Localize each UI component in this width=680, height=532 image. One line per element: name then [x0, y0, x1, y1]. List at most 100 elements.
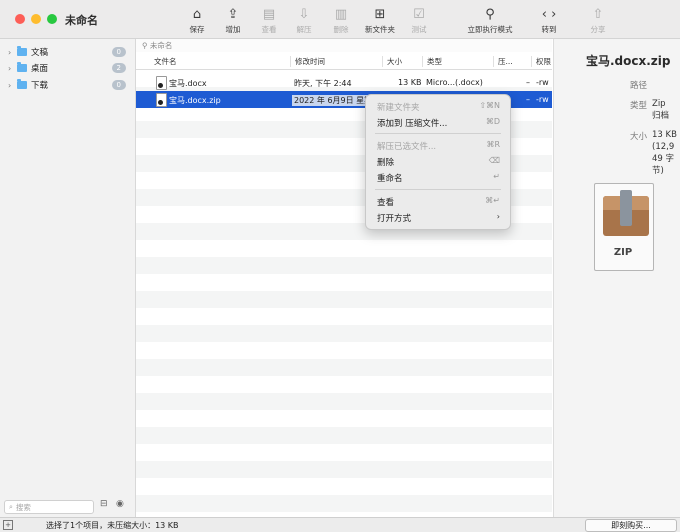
count-badge: 2 [111, 63, 126, 73]
menu-item-label: 解压已选文件... [377, 142, 437, 152]
test-icon: ☑ [413, 7, 425, 22]
execute-mode-button[interactable]: ⚲ 立即执行模式 [467, 6, 513, 35]
share-button[interactable]: ⇧ 分享 [576, 6, 620, 35]
file-type: Micro...(.docx) [426, 78, 483, 87]
menu-item-shortcut: ⌘↵ [485, 196, 500, 205]
type-value-line: 归档 [652, 111, 670, 121]
file-compression: – [526, 95, 530, 104]
path-bar: ⚲ 未命名 [136, 39, 552, 52]
chevron-right-icon[interactable]: › [8, 81, 17, 90]
menu-item-rename[interactable]: 重命名 ↵ [366, 170, 510, 185]
add-icon: ⇪ [227, 7, 239, 22]
zip-icon-label: ZIP [613, 247, 633, 258]
menu-item-shortcut: ⌘D [485, 117, 500, 126]
inspector-path-key: 路径 [629, 81, 647, 91]
menu-item-delete[interactable]: 删除 ⌫ [366, 154, 510, 169]
count-badge: 0 [111, 47, 126, 57]
inspector-panel: 宝马.docx.zip 路径 类型 Zip 归档 大小 13 KB (12,9 … [553, 39, 680, 517]
file-size: 13 KB [398, 78, 422, 87]
title-toolbar: 未命名 ⌂ 保存 ⇪ 增加 ▤ 查看 ⇩ 解压 ▥ 删除 ⊞ 新文件夹 ☑ 测试… [0, 0, 680, 39]
menu-item-label: 删除 [377, 158, 395, 168]
folder-icon [17, 46, 27, 56]
chevron-right-icon[interactable]: › [8, 48, 17, 57]
view-icon: ▤ [262, 7, 276, 22]
close-window-button[interactable] [15, 14, 25, 24]
goto-button[interactable]: ‹ › 转到 [527, 6, 571, 35]
menu-separator [375, 133, 501, 134]
status-text: 选择了1个项目，未压缩大小：13 KB [46, 521, 179, 530]
column-header-name[interactable]: 文件名 [150, 56, 177, 67]
menu-item-new-folder[interactable]: 新建文件夹 ⇧⌘N [366, 99, 510, 114]
trash-icon: ▥ [334, 7, 348, 22]
test-label: 测试 [411, 25, 427, 34]
inspector-type-key: 类型 [629, 101, 647, 111]
column-headers: 文件名 修改时间 大小 类型 压... 权限 [136, 53, 552, 70]
sidebar-item-documents[interactable]: › 文稿 0 [8, 45, 126, 59]
test-button[interactable]: ☑ 测试 [397, 6, 441, 35]
column-header-compression[interactable]: 压... [493, 56, 513, 67]
file-permissions: -rw [536, 78, 549, 87]
search-field[interactable]: ⌕ 搜索 [4, 500, 94, 514]
status-bar: + 选择了1个项目，未压缩大小：13 KB 即刻购买... [0, 517, 680, 532]
column-header-size[interactable]: 大小 [382, 56, 402, 67]
menu-item-view[interactable]: 查看 ⌘↵ [366, 194, 510, 209]
filter-icon[interactable]: ⊟ [100, 499, 108, 509]
search-icon: ⌕ [9, 502, 13, 511]
path-label: 未命名 [149, 41, 173, 50]
menu-item-shortcut: ⇧⌘N [479, 101, 500, 110]
file-name: 宝马.docx [169, 79, 207, 88]
size-value-line: (12,9 [652, 142, 675, 152]
extract-icon: ⇩ [298, 7, 310, 22]
menu-item-extract-selected[interactable]: 解压已选文件... ⌘R [366, 138, 510, 153]
menu-item-label: 打开方式 [377, 214, 412, 224]
inspector-size-key: 大小 [629, 132, 647, 142]
column-header-permissions[interactable]: 权限 [531, 56, 551, 67]
execute-mode-label: 立即执行模式 [467, 25, 513, 34]
new-folder-button[interactable]: ⊞ 新文件夹 [358, 6, 402, 35]
menu-item-label: 重命名 [377, 174, 403, 184]
file-compression: – [526, 78, 530, 87]
menu-item-shortcut: ⌫ [488, 156, 500, 165]
share-label: 分享 [590, 25, 606, 34]
sidebar-item-label: 文稿 [31, 48, 49, 58]
goto-label: 转到 [541, 25, 557, 34]
zoom-window-button[interactable] [47, 14, 57, 24]
file-modified: 昨天, 下午 2:44 [294, 79, 352, 88]
menu-item-open-with[interactable]: 打开方式 › [366, 210, 510, 225]
docx-file-icon [156, 76, 167, 90]
size-value-line: 节) [652, 166, 664, 176]
new-folder-icon: ⊞ [374, 7, 386, 22]
delete-label: 删除 [333, 25, 349, 34]
column-header-modified[interactable]: 修改时间 [290, 56, 325, 67]
buy-now-button[interactable]: 即刻购买... [585, 519, 677, 532]
search-placeholder: 搜索 [15, 502, 31, 512]
count-badge: 0 [111, 80, 126, 90]
inspector-size-value: 13 KB (12,9 49 字 节) [652, 129, 677, 177]
column-header-type[interactable]: 类型 [422, 56, 442, 67]
menu-item-label: 新建文件夹 [377, 103, 420, 113]
add-icon[interactable]: + [3, 520, 13, 530]
menu-item-label: 查看 [377, 198, 395, 208]
menu-item-add-to-archive[interactable]: 添加到 压缩文件... ⌘D [366, 115, 510, 130]
sidebar-item-desktop[interactable]: › 桌面 2 [8, 61, 126, 75]
chevron-right-icon[interactable]: › [8, 64, 17, 73]
window-title: 未命名 [65, 14, 98, 27]
sidebar-item-downloads[interactable]: › 下载 0 [8, 78, 126, 92]
execute-mode-icon: ⚲ [485, 7, 495, 22]
folder-icon [17, 62, 27, 72]
inspector-type-value: Zip 归档 [652, 98, 669, 122]
size-value-line: 49 字 [652, 154, 675, 164]
add-label: 增加 [225, 25, 241, 34]
preview-toggle-icon[interactable]: ◉ [116, 499, 124, 509]
minimize-window-button[interactable] [31, 14, 41, 24]
delete-button[interactable]: ▥ 删除 [319, 6, 363, 35]
folder-icon [17, 79, 27, 89]
sidebar: › 文稿 0 › 桌面 2 › 下载 0 [0, 39, 136, 517]
table-row[interactable]: 宝马.docx 昨天, 下午 2:44 13 KB Micro...(.docx… [136, 74, 552, 91]
zip-archive-icon: ZIP [592, 183, 656, 271]
goto-icon: ‹ › [541, 7, 557, 22]
new-folder-label: 新文件夹 [365, 25, 395, 34]
save-icon: ⌂ [192, 7, 202, 22]
sidebar-item-label: 桌面 [31, 64, 49, 74]
extract-label: 解压 [296, 25, 312, 34]
